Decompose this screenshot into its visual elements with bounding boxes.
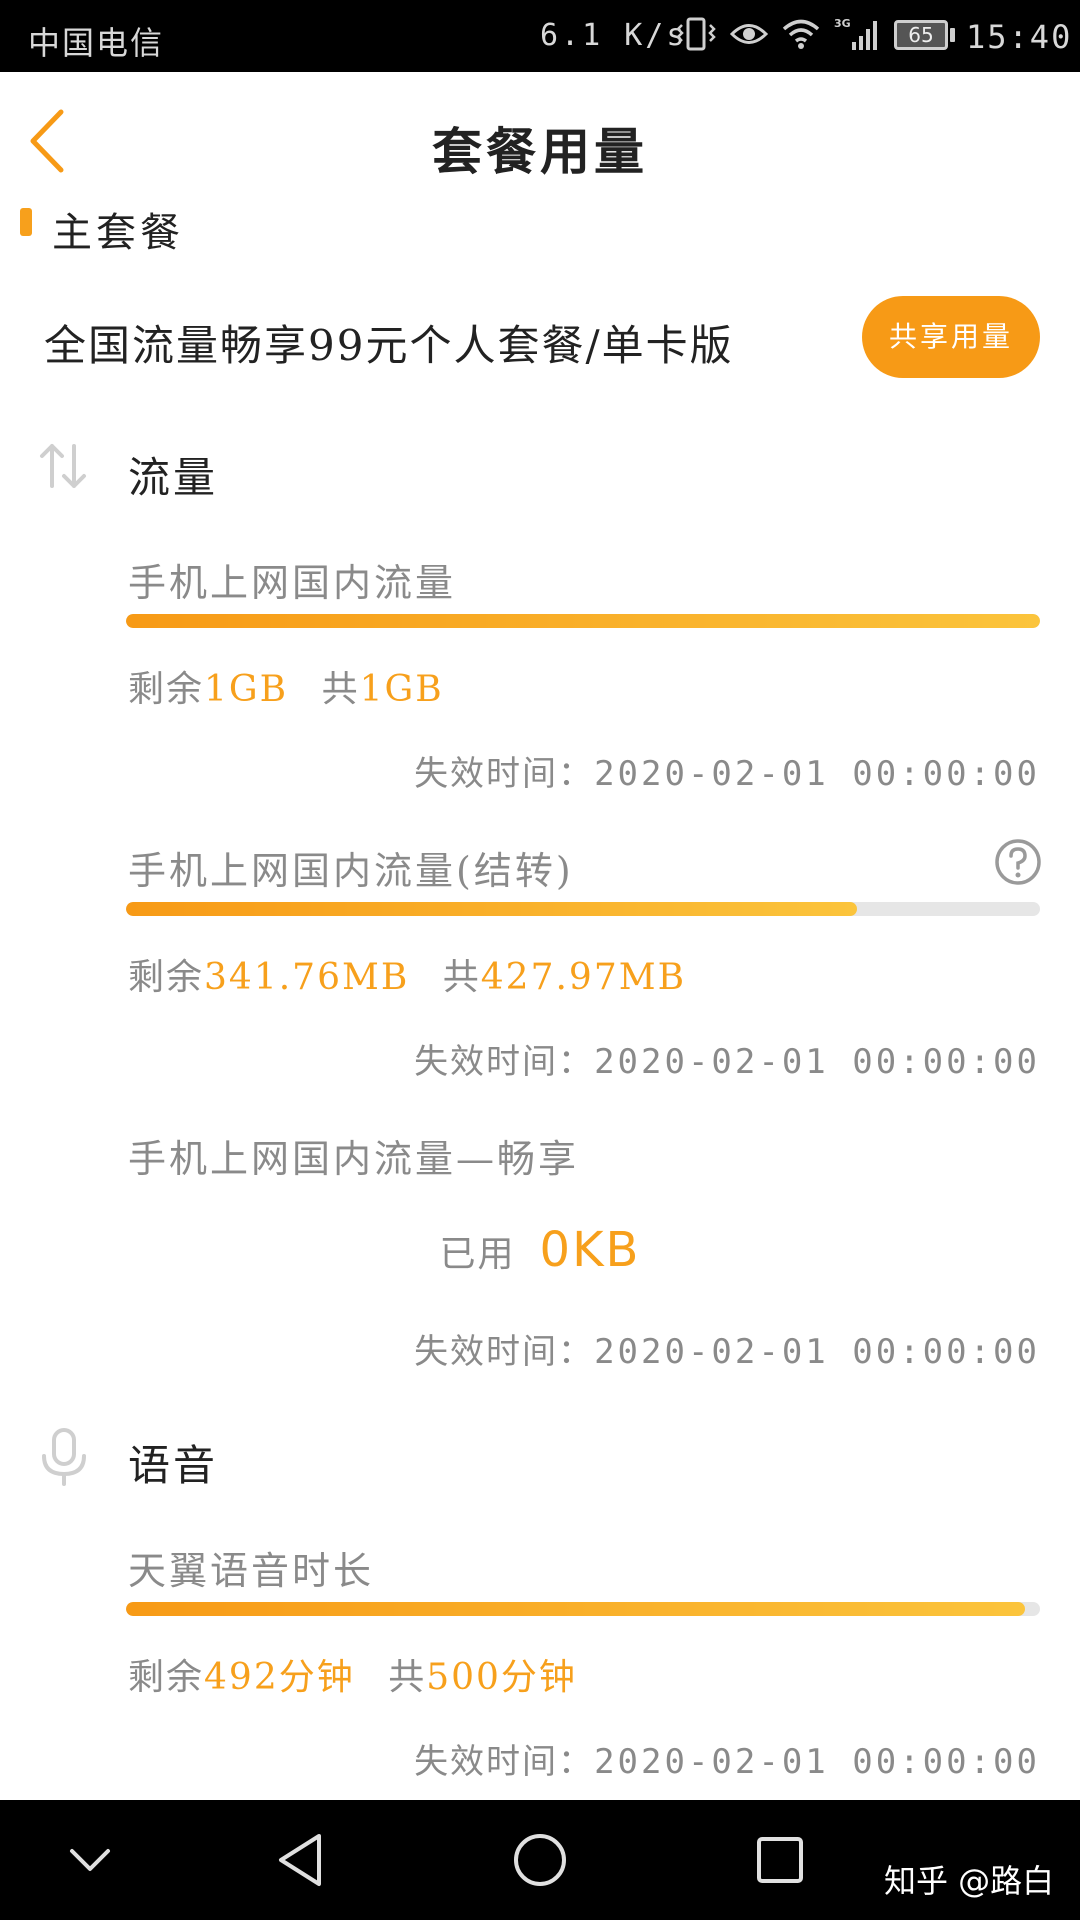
status-clock: 15:40 <box>966 18 1073 56</box>
signal-icon: 3G <box>834 16 878 56</box>
used-amount: 已用 0KB <box>0 1222 1080 1278</box>
usage-progress-fill <box>126 614 1040 628</box>
battery-icon: 65 <box>894 20 948 50</box>
expiry-line: 失效时间：2020-02-01 00:00:00 <box>414 1324 1040 1373</box>
page-title: 套餐用量 <box>432 122 648 181</box>
used-value: 0KB <box>539 1222 641 1278</box>
remaining-label: 剩余 <box>128 669 205 710</box>
total-label: 共 <box>442 957 481 998</box>
expiry-label: 失效时间： <box>414 754 595 794</box>
remaining-label: 剩余 <box>128 957 205 998</box>
carrier-name: 中国电信 <box>28 24 165 62</box>
wifi-icon <box>782 18 820 54</box>
expiry-label: 失效时间： <box>414 1042 595 1082</box>
share-usage-button[interactable]: 共享用量 <box>862 296 1040 378</box>
expiry-value: 2020-02-01 00:00:00 <box>594 1042 1040 1082</box>
usage-amount: 剩余492分钟 共500分钟 <box>128 1648 577 1700</box>
square-recents-icon <box>757 1837 803 1883</box>
hide-nav-button[interactable] <box>60 1830 120 1890</box>
nav-back-button[interactable] <box>270 1830 330 1890</box>
battery-level: 65 <box>908 23 934 47</box>
question-circle-icon[interactable] <box>994 838 1042 886</box>
total-label: 共 <box>388 1657 427 1698</box>
expiry-value: 2020-02-01 00:00:00 <box>594 1332 1040 1372</box>
remaining-value: 492分钟 <box>204 1657 355 1698</box>
expiry-line: 失效时间：2020-02-01 00:00:00 <box>414 1034 1040 1083</box>
status-bar: 中国电信 6.1 K/s 3G 65 15:40 <box>0 0 1080 72</box>
remaining-label: 剩余 <box>128 1657 205 1698</box>
category-title-data: 流量 <box>128 453 219 502</box>
usage-progress-fill <box>126 1602 1026 1616</box>
eye-icon <box>729 19 769 53</box>
total-value: 427.97MB <box>480 957 687 998</box>
vibrate-icon <box>676 17 716 55</box>
expiry-label: 失效时间： <box>414 1332 595 1372</box>
item-title: 手机上网国内流量—畅享 <box>128 1137 580 1181</box>
used-label: 已用 <box>439 1234 516 1275</box>
category-title-voice: 语音 <box>128 1441 219 1490</box>
expiry-label: 失效时间： <box>414 1742 595 1782</box>
usage-progress-bar <box>126 614 1040 628</box>
plan-name: 全国流量畅享99元个人套餐/单卡版 <box>44 321 734 370</box>
chevron-down-icon <box>70 1849 110 1871</box>
nav-home-button[interactable] <box>510 1830 570 1890</box>
triangle-back-icon <box>279 1834 321 1886</box>
usage-amount: 剩余341.76MB 共427.97MB <box>128 948 686 1000</box>
expiry-line: 失效时间：2020-02-01 00:00:00 <box>414 746 1040 795</box>
total-value: 1GB <box>359 669 444 710</box>
usage-progress-bar <box>126 1602 1040 1616</box>
watermark: 知乎 @路白 <box>884 1862 1055 1900</box>
network-type: 3G <box>834 17 851 30</box>
battery-tip <box>950 28 955 42</box>
remaining-value: 341.76MB <box>204 957 410 998</box>
expiry-value: 2020-02-01 00:00:00 <box>594 754 1040 794</box>
usage-progress-bar <box>126 902 1040 916</box>
expiry-line: 失效时间：2020-02-01 00:00:00 <box>414 1734 1040 1783</box>
total-label: 共 <box>321 669 360 710</box>
total-value: 500分钟 <box>426 1657 577 1698</box>
circle-home-icon <box>514 1834 566 1886</box>
usage-progress-fill <box>126 902 858 916</box>
section-title-main-plan: 主套餐 <box>52 210 184 256</box>
remaining-value: 1GB <box>204 669 289 710</box>
nav-recents-button[interactable] <box>750 1830 810 1890</box>
usage-amount: 剩余1GB 共1GB <box>128 660 444 712</box>
transfer-arrows-icon <box>36 438 92 494</box>
section-marker <box>20 208 32 236</box>
microphone-icon <box>36 1428 92 1486</box>
status-icons: 3G <box>676 16 878 56</box>
item-title: 天翼语音时长 <box>128 1549 375 1593</box>
item-title: 手机上网国内流量(结转) <box>128 849 574 893</box>
expiry-value: 2020-02-01 00:00:00 <box>594 1742 1040 1782</box>
item-title: 手机上网国内流量 <box>128 561 457 605</box>
network-speed: 6.1 K/s <box>540 18 688 53</box>
